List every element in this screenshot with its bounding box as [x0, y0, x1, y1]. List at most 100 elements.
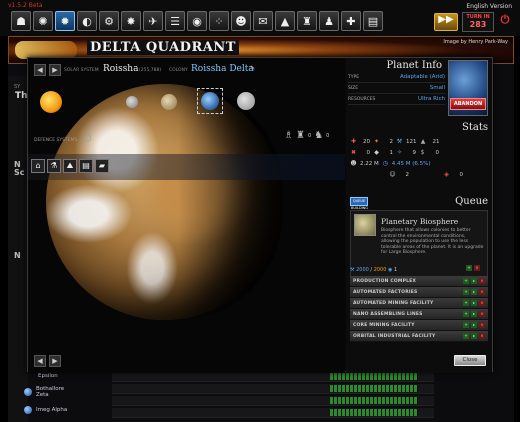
- remove-button[interactable]: ×: [479, 289, 485, 295]
- star-icon[interactable]: [40, 91, 62, 113]
- galaxy-icon[interactable]: ✺: [33, 11, 53, 31]
- factory-icon[interactable]: ⌂: [31, 159, 45, 173]
- remove-button[interactable]: ×: [479, 278, 485, 284]
- table-row: [112, 396, 434, 406]
- queue-building-button[interactable]: QUEUE BUILDING: [350, 197, 368, 210]
- remove-button[interactable]: ×: [479, 322, 485, 328]
- defense-icon: ◆: [374, 149, 379, 156]
- abandon-button[interactable]: ABANDON: [450, 98, 486, 110]
- population-growth: 4.45 M (6.5%): [391, 160, 431, 167]
- population-max-icon: ◷: [382, 160, 388, 167]
- list-item[interactable]: Bothallore Zeta: [24, 386, 70, 398]
- remove-button[interactable]: ×: [479, 300, 485, 306]
- population-icon: ☻: [350, 160, 357, 167]
- military-icon: ▲: [420, 138, 426, 145]
- english-version-link[interactable]: English Version: [466, 3, 512, 10]
- info-button[interactable]: ▸: [471, 289, 477, 295]
- info-button[interactable]: ▸: [471, 333, 477, 339]
- info-button[interactable]: ▸: [471, 300, 477, 306]
- queue-item[interactable]: NANO ASSEMBLING LINES + ▸ ×: [350, 309, 488, 320]
- research-icon[interactable]: ☰: [165, 11, 185, 31]
- queue-item[interactable]: PRODUCTION COMPLEX + ▸ ×: [350, 276, 488, 287]
- robot-icon[interactable]: ♗: [284, 130, 293, 141]
- prev-arrow-icon[interactable]: ◀: [34, 355, 46, 367]
- table-row: [112, 372, 434, 382]
- list-item[interactable]: Imeg Alpha: [24, 406, 67, 414]
- banner-title: DELTA QUADRANT: [87, 40, 239, 55]
- add-button[interactable]: +: [463, 289, 469, 295]
- biosphere-icon: [354, 214, 376, 236]
- build-icon[interactable]: ⚙: [99, 11, 119, 31]
- next-arrow-icon[interactable]: ▶: [49, 64, 61, 76]
- info-button[interactable]: ▸: [471, 322, 477, 328]
- add-button[interactable]: +: [463, 322, 469, 328]
- logout-icon[interactable]: ⏻: [497, 13, 513, 31]
- info-key: SIZE: [348, 86, 359, 91]
- queue-item[interactable]: AUTOMATED MINING FACILITY + ▸ ×: [350, 298, 488, 309]
- station-icon[interactable]: ♜: [296, 130, 305, 141]
- info-key: TYPE: [348, 75, 360, 80]
- structure-icons: ⌂ ⚗ ⛰ ▤ ▰: [31, 159, 109, 173]
- queue-item[interactable]: AUTOMATED FACTORIES + ▸ ×: [350, 287, 488, 298]
- info-button[interactable]: ▸: [471, 278, 477, 284]
- queue-item[interactable]: ORBITAL INDUSTRIAL FACILITY + ▸ ×: [350, 331, 488, 342]
- planet-info-row: SIZE Small: [348, 83, 445, 94]
- move-up-button[interactable]: +: [466, 265, 472, 271]
- add-button[interactable]: +: [463, 311, 469, 317]
- planet-info-title: Planet Info: [386, 60, 442, 71]
- ship-icon[interactable]: ♞: [314, 130, 323, 141]
- planet-thumbnail[interactable]: [161, 94, 177, 110]
- document-icon[interactable]: ▤: [79, 159, 93, 173]
- add-planet-icon[interactable]: ✚: [341, 11, 361, 31]
- queue-item-controls: + ▸ ×: [463, 311, 485, 317]
- image-credit: Image by Henry Park-Way: [443, 39, 508, 45]
- info-column: Planet Info TYPE Adaptable (Arid) SIZE S…: [346, 58, 492, 373]
- build-count: 1: [393, 267, 398, 273]
- home-icon[interactable]: ☗: [11, 11, 31, 31]
- contacts-icon[interactable]: ☻: [231, 11, 251, 31]
- book-icon[interactable]: ▤: [363, 11, 383, 31]
- solar-system-name[interactable]: Roissha: [103, 64, 138, 74]
- info-button[interactable]: ▸: [471, 311, 477, 317]
- add-button[interactable]: +: [463, 278, 469, 284]
- planet-info-row: TYPE Adaptable (Arid): [348, 72, 445, 83]
- top-bar: v1.5.2 Beta English Version ☗ ✺ ✹ ◐ ⚙ ✸ …: [0, 0, 520, 36]
- background-system-name: Th: [15, 91, 28, 101]
- add-button[interactable]: +: [463, 300, 469, 306]
- queue-item-name: AUTOMATED MINING FACILITY: [353, 300, 434, 306]
- next-turn-button[interactable]: ▶▶: [434, 13, 458, 31]
- planet-thumbnail[interactable]: [237, 92, 255, 110]
- remove-button[interactable]: ×: [474, 265, 480, 271]
- rank-icon[interactable]: ▲: [275, 11, 295, 31]
- grid-cells: [330, 385, 418, 392]
- next-arrow-icon[interactable]: ▶: [49, 355, 61, 367]
- planet-thumbnail[interactable]: [201, 92, 219, 110]
- eye-icon[interactable]: ◉: [187, 11, 207, 31]
- explosion-icon[interactable]: ✸: [121, 11, 141, 31]
- version-text: v1.5.2 Beta: [8, 2, 43, 9]
- add-button[interactable]: +: [463, 333, 469, 339]
- progress-total: 2000: [373, 267, 387, 273]
- queue-item[interactable]: CORE MINING FACILITY + ▸ ×: [350, 320, 488, 331]
- background-left-strip: [8, 76, 28, 422]
- trophy-icon[interactable]: ♜: [297, 11, 317, 31]
- research-lab-icon[interactable]: ⚗: [47, 159, 61, 173]
- fleet-icon[interactable]: ◐: [77, 11, 97, 31]
- close-button[interactable]: Close: [454, 355, 486, 366]
- biosphere-icon[interactable]: ⛰: [63, 159, 77, 173]
- planet-thumbnail[interactable]: [126, 96, 138, 108]
- mail-icon[interactable]: ✉: [253, 11, 273, 31]
- remove-button[interactable]: ×: [479, 333, 485, 339]
- stat-row: ☺ 2 ◈ 0: [350, 169, 488, 180]
- remove-button[interactable]: ×: [479, 311, 485, 317]
- stat-value: 2: [405, 171, 410, 178]
- prev-arrow-icon[interactable]: ◀: [34, 64, 46, 76]
- ship-icon[interactable]: ✈: [143, 11, 163, 31]
- systems-icon[interactable]: ✹: [55, 11, 75, 31]
- edit-icon[interactable]: ✎: [250, 65, 255, 72]
- list-item[interactable]: Epsilon: [24, 373, 58, 379]
- scatter-icon[interactable]: ⁘: [209, 11, 229, 31]
- chart-icon[interactable]: ▰: [95, 159, 109, 173]
- gear-icon: ⚒: [350, 267, 355, 273]
- profile-icon[interactable]: ♟: [319, 11, 339, 31]
